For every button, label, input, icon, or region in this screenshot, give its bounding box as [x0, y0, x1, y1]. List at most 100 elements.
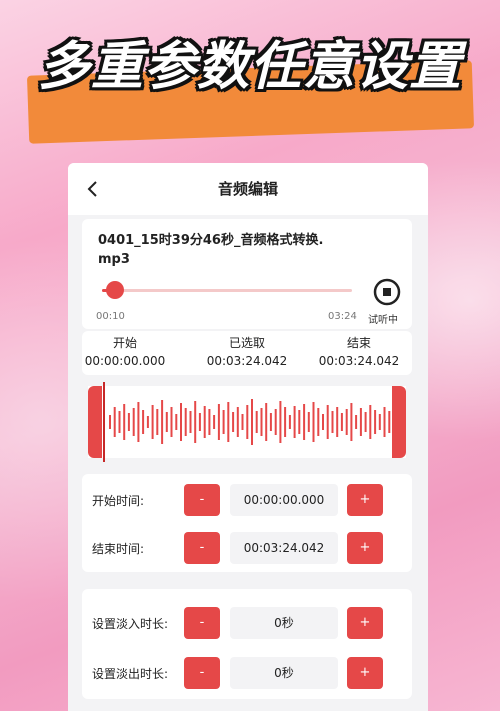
waveform-bar: [340, 413, 343, 431]
playhead[interactable]: [103, 382, 105, 462]
waveform-bar: [350, 403, 353, 441]
waveform-bar: [127, 413, 130, 431]
waveform-bar: [336, 407, 339, 437]
start-time-label: 开始时间:: [92, 494, 145, 508]
waveform-bar: [260, 408, 263, 436]
trim-handle-left[interactable]: [88, 386, 102, 458]
waveform-bar: [326, 405, 329, 439]
preview-status: 试听中: [368, 315, 398, 326]
waveform-bar: [175, 414, 178, 430]
waveform-bar: [146, 416, 149, 428]
waveform-bar: [369, 405, 372, 439]
selection-start-value: 00:00:00.000: [84, 354, 166, 368]
selection-end-value: 00:03:24.042: [318, 354, 400, 368]
current-time: 00:10: [96, 311, 125, 322]
stop-icon[interactable]: [372, 277, 402, 307]
waveform-bar: [378, 414, 381, 430]
audio-file-card: 0401_15时39分46秒_音频格式转换.mp3 00:10 03:24 试听…: [82, 219, 412, 329]
seek-thumb[interactable]: [105, 281, 124, 299]
seek-track[interactable]: [102, 289, 352, 292]
fade-in-plus-button[interactable]: +: [347, 607, 383, 639]
waveform-bar: [293, 406, 296, 438]
waveform-bar: [298, 410, 301, 434]
waveform-bar: [241, 414, 244, 430]
waveform-bar: [374, 410, 377, 434]
banner-title: 多重参数任意设置: [37, 37, 462, 97]
selection-start-label: 开始: [112, 336, 137, 350]
waveform-bar: [232, 412, 235, 432]
waveform-bar: [194, 401, 197, 443]
file-name: 0401_15时39分46秒_音频格式转换.mp3: [98, 233, 324, 267]
waveform-bar: [198, 413, 201, 431]
start-time-plus-button[interactable]: +: [347, 484, 383, 516]
waveform-bar: [284, 407, 287, 437]
page-title: 音频编辑: [217, 180, 278, 198]
end-time-row: 结束时间: - 00:03:24.042 +: [82, 528, 412, 568]
waveform-bar: [156, 409, 159, 435]
waveform-bar: [246, 405, 249, 439]
waveform-bar: [255, 411, 258, 433]
fade-out-plus-button[interactable]: +: [347, 657, 383, 689]
waveform-bar: [170, 407, 173, 437]
waveform-bar: [132, 408, 135, 436]
trim-handle-right[interactable]: [392, 386, 406, 458]
waveform-bar: [251, 399, 253, 445]
waveform-bar: [331, 411, 334, 433]
trim-time-card: 开始时间: - 00:00:00.000 + 结束时间: - 00:03:24.…: [82, 474, 412, 572]
waveform-bar: [217, 404, 220, 440]
selection-end-label: 结束: [346, 336, 371, 350]
start-time-value[interactable]: 00:00:00.000: [230, 484, 338, 516]
end-time-minus-button[interactable]: -: [184, 532, 220, 564]
fade-in-value[interactable]: 0秒: [230, 607, 338, 639]
waveform-bar: [222, 410, 225, 434]
waveform-bar: [269, 413, 272, 431]
waveform-bar: [364, 412, 367, 432]
waveform-bar: [359, 408, 362, 436]
fade-in-label: 设置淡入时长:: [92, 617, 169, 631]
end-time-label: 结束时间:: [92, 542, 145, 556]
waveform-bar: [180, 403, 182, 441]
waveform-bar: [288, 415, 291, 429]
waveform-bar: [161, 400, 164, 444]
waveform-bar: [279, 401, 282, 443]
phone-screen: 音频编辑 0401_15时39分46秒_音频格式转换.mp3 00:10 03:…: [68, 163, 428, 711]
waveform-bar: [184, 408, 187, 436]
waveform-bar: [118, 411, 121, 433]
waveform-bar: [151, 405, 154, 439]
waveform-bar: [312, 402, 315, 442]
waveform-bar: [274, 409, 277, 435]
end-time-plus-button[interactable]: +: [347, 532, 383, 564]
selection-selected-value: 00:03:24.042: [206, 354, 288, 368]
waveform-bar: [189, 411, 192, 433]
fade-out-label: 设置淡出时长:: [92, 667, 169, 681]
waveform-bar: [113, 407, 116, 437]
fade-in-row: 设置淡入时长: - 0秒 +: [82, 603, 412, 643]
fade-out-value[interactable]: 0秒: [230, 657, 338, 689]
waveform-bar: [383, 407, 386, 437]
fade-out-minus-button[interactable]: -: [184, 657, 220, 689]
selection-summary: 开始 00:00:00.000 已选取 00:03:24.042 结束 00:0…: [82, 331, 412, 375]
selection-end: 结束 00:03:24.042: [304, 334, 414, 370]
fade-in-minus-button[interactable]: -: [184, 607, 220, 639]
nav-bar: 音频编辑: [68, 163, 428, 215]
waveform-bar: [213, 415, 216, 429]
waveform-bar: [208, 409, 211, 435]
selection-selected-label: 已选取: [228, 336, 265, 350]
waveform-editor[interactable]: [88, 382, 406, 462]
fade-card: 设置淡入时长: - 0秒 + 设置淡出时长: - 0秒 +: [82, 589, 412, 699]
waveform-bar: [317, 408, 320, 436]
waveform: [109, 399, 391, 445]
waveform-bar: [123, 404, 126, 440]
waveform-bar: [345, 409, 348, 435]
waveform-bar: [165, 412, 168, 432]
waveform-bar: [109, 415, 111, 429]
waveform-bar: [322, 414, 324, 430]
waveform-bar: [203, 406, 206, 438]
end-time-value[interactable]: 00:03:24.042: [230, 532, 338, 564]
start-time-minus-button[interactable]: -: [184, 484, 220, 516]
selection-start: 开始 00:00:00.000: [70, 334, 180, 370]
waveform-bar: [236, 407, 239, 437]
waveform-bar: [137, 402, 140, 442]
selection-selected: 已选取 00:03:24.042: [192, 334, 302, 370]
waveform-bar: [303, 404, 306, 440]
